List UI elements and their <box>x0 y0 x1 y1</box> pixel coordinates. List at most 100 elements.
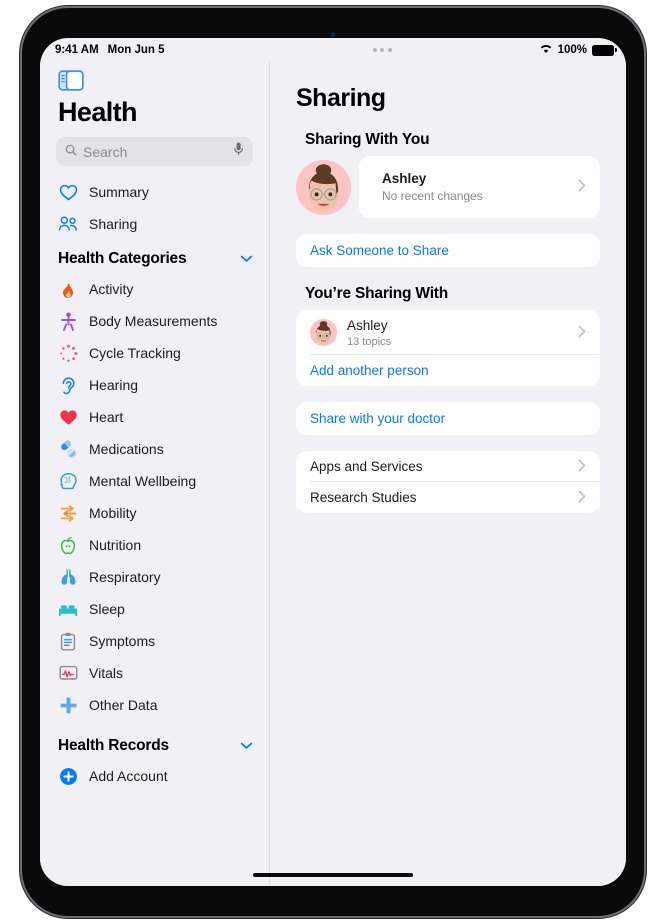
sidebar-item-mobility[interactable]: Mobility <box>40 497 269 529</box>
dot <box>372 48 377 52</box>
avatar <box>310 319 337 346</box>
microphone-icon[interactable] <box>233 142 244 161</box>
person-row[interactable]: Ashley 13 topics <box>296 310 600 355</box>
wifi-icon <box>539 43 553 57</box>
ask-someone-card[interactable]: Ask Someone to Share <box>296 234 600 267</box>
sidebar-item-label: Summary <box>89 184 149 200</box>
sidebar-item-vitals[interactable]: Vitals <box>40 657 269 689</box>
split-view: Health Search Summary Sharing Health Cat… <box>40 62 626 886</box>
person-name: Ashley <box>347 318 388 333</box>
youre-sharing-with-header: You’re Sharing With <box>305 285 449 302</box>
person-row[interactable]: Ashley No recent changes <box>359 156 600 218</box>
sharing-with-you-card[interactable]: Ashley No recent changes <box>296 156 600 218</box>
dot <box>380 48 384 52</box>
battery-icon <box>592 44 617 56</box>
apps-and-services-row[interactable]: Apps and Services <box>296 451 600 482</box>
sidebar-item-label: Vitals <box>89 665 123 681</box>
status-bar: 9:41 AM Mon Jun 5 100% <box>40 38 626 62</box>
sidebar-item-label: Respiratory <box>89 569 161 585</box>
row-label: Research Studies <box>310 490 417 505</box>
add-another-person-label: Add another person <box>310 363 429 378</box>
search-placeholder: Search <box>83 143 128 160</box>
row-label: Apps and Services <box>310 459 423 474</box>
research-studies-row[interactable]: Research Studies <box>296 482 600 513</box>
main-content: Sharing Sharing With You Ashley No recen… <box>270 62 626 886</box>
sidebar-item-summary[interactable]: Summary <box>40 176 269 208</box>
sidebar-item-heart[interactable]: Heart <box>40 401 269 433</box>
sidebar-item-nutrition[interactable]: Nutrition <box>40 529 269 561</box>
share-with-doctor-card[interactable]: Share with your doctor <box>296 402 600 435</box>
ear-icon <box>58 375 78 395</box>
youre-sharing-with-card: Ashley 13 topics Add another person <box>296 310 600 386</box>
sidebar-item-label: Medications <box>89 441 164 457</box>
sidebar-item-label: Add Account <box>89 768 168 784</box>
search-input[interactable]: Search <box>56 137 253 166</box>
apple-icon <box>58 535 78 555</box>
battery-percent: 100% <box>557 44 587 56</box>
dot <box>387 48 392 52</box>
sidebar-item-other-data[interactable]: Other Data <box>40 689 269 721</box>
sidebar-item-label: Cycle Tracking <box>89 345 181 361</box>
heart-outline-icon <box>58 182 78 202</box>
sidebar-item-label: Other Data <box>89 697 158 713</box>
section-title: Health Records <box>58 737 169 754</box>
status-date: Mon Jun 5 <box>107 44 165 56</box>
sidebar-item-body-measurements[interactable]: Body Measurements <box>40 305 269 337</box>
sidebar-item-respiratory[interactable]: Respiratory <box>40 561 269 593</box>
status-bar-left: 9:41 AM Mon Jun 5 <box>40 44 270 56</box>
avatar <box>296 160 351 215</box>
sidebar: Health Search Summary Sharing Health Cat… <box>40 62 270 886</box>
page-title: Health <box>58 97 138 127</box>
add-another-person-button[interactable]: Add another person <box>296 355 600 386</box>
two-people-icon <box>58 214 78 234</box>
home-indicator[interactable] <box>253 873 413 877</box>
waveform-monitor-icon <box>58 663 78 683</box>
sidebar-item-label: Hearing <box>89 377 139 393</box>
multitasking-dots-icon[interactable] <box>270 48 494 52</box>
sidebar-item-label: Sleep <box>89 601 125 617</box>
sidebar-item-medications[interactable]: Medications <box>40 433 269 465</box>
ipad-screen: 9:41 AM Mon Jun 5 100% Health Search Sum… <box>40 38 626 886</box>
section-title: Health Categories <box>58 250 187 267</box>
sidebar-item-label: Sharing <box>89 216 138 232</box>
sidebar-item-hearing[interactable]: Hearing <box>40 369 269 401</box>
sidebar-item-label: Mobility <box>89 505 137 521</box>
sidebar-item-sleep[interactable]: Sleep <box>40 593 269 625</box>
health-categories-header[interactable]: Health Categories <box>40 240 269 273</box>
sidebar-item-sharing[interactable]: Sharing <box>40 208 269 240</box>
status-bar-right: 100% <box>494 43 617 57</box>
chevron-down-icon[interactable] <box>240 737 253 755</box>
clipboard-icon <box>58 631 78 651</box>
sidebar-item-cycle-tracking[interactable]: Cycle Tracking <box>40 337 269 369</box>
sidebar-item-add-account[interactable]: Add Account <box>40 760 269 792</box>
body-figure-icon <box>58 311 78 331</box>
person-status: No recent changes <box>382 189 483 203</box>
cycle-dots-icon <box>58 343 78 363</box>
person-detail: 13 topics <box>347 336 392 348</box>
bed-icon <box>58 599 78 619</box>
arrows-walk-icon <box>58 503 78 523</box>
pills-icon <box>58 439 78 459</box>
main-page-title: Sharing <box>296 84 386 112</box>
sidebar-item-label: Mental Wellbeing <box>89 473 197 489</box>
chevron-right-icon <box>578 490 586 506</box>
sidebar-item-mental-wellbeing[interactable]: Mental Wellbeing <box>40 465 269 497</box>
chevron-down-icon[interactable] <box>240 250 253 268</box>
sidebar-item-label: Symptoms <box>89 633 156 649</box>
share-with-doctor-button[interactable]: Share with your doctor <box>296 402 600 435</box>
sidebar-item-label: Nutrition <box>89 537 142 553</box>
extra-links-card: Apps and Services Research Studies <box>296 451 600 513</box>
person-name: Ashley <box>382 171 427 186</box>
sidebar-item-label: Body Measurements <box>89 313 218 329</box>
sidebar-item-symptoms[interactable]: Symptoms <box>40 625 269 657</box>
sidebar-item-activity[interactable]: Activity <box>40 273 269 305</box>
search-icon <box>65 143 77 161</box>
ask-someone-to-share-button[interactable]: Ask Someone to Share <box>296 234 600 267</box>
plus-cross-icon <box>58 695 78 715</box>
health-records-header[interactable]: Health Records <box>40 721 269 760</box>
flame-icon <box>58 279 78 299</box>
lungs-icon <box>58 567 78 587</box>
head-brain-icon <box>58 471 78 491</box>
chevron-right-icon <box>578 459 586 475</box>
sidebar-toggle-icon[interactable] <box>58 70 84 91</box>
